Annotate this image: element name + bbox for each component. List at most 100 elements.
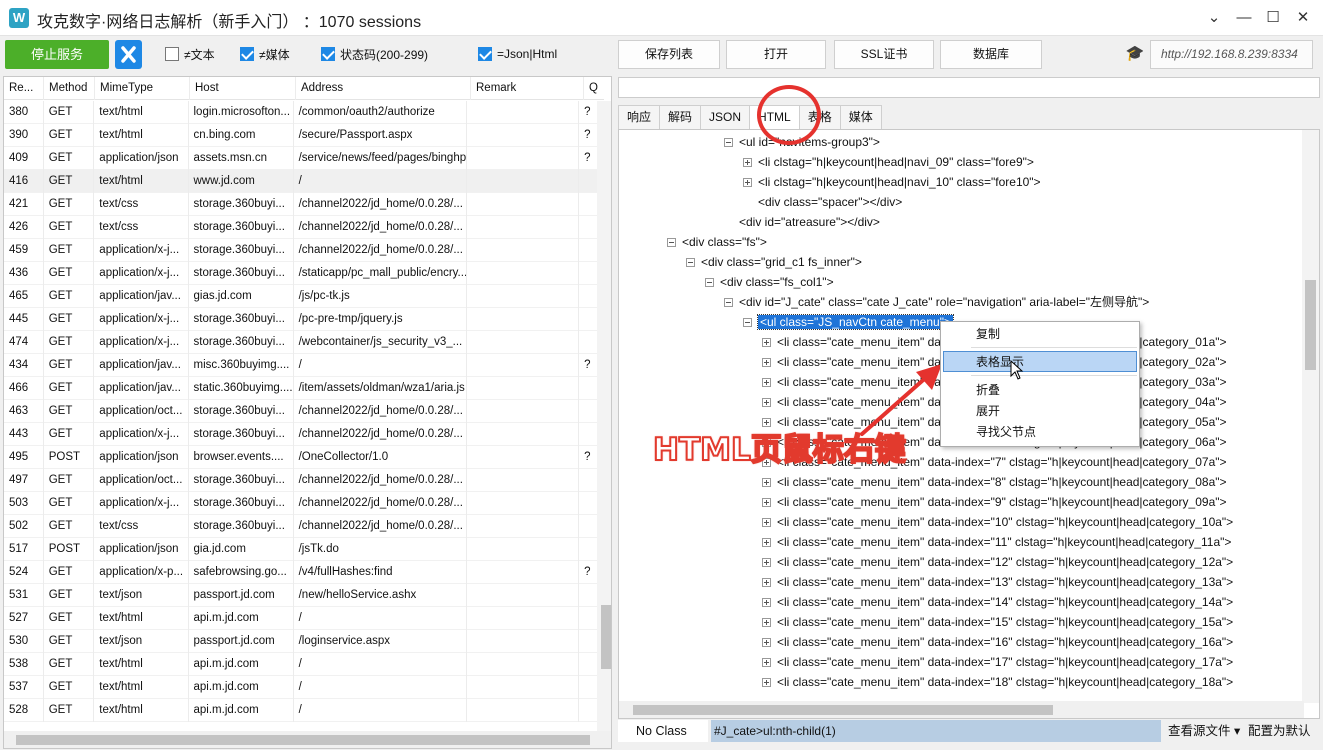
collapse-icon[interactable] <box>724 298 733 307</box>
table-row[interactable]: 530 GET text/json passport.jd.com/loginserv… <box>4 630 599 653</box>
tree-vertical-scroll-thumb[interactable] <box>1305 280 1316 370</box>
tree-horizontal-scroll-thumb[interactable] <box>633 705 1053 715</box>
tree-node[interactable]: <li class="cate_menu_item" data-index="1… <box>762 592 1233 612</box>
filter-media-checkbox[interactable]: ≠媒体 <box>240 44 290 64</box>
table-row[interactable]: 527 GET text/html api.m.jd.com / <box>4 607 599 630</box>
class-filter-select[interactable]: No Class <box>618 720 708 742</box>
tree-node[interactable]: <li class="cate_menu_item" data-index="8… <box>762 472 1227 492</box>
graduation-cap-icon[interactable]: 🎓 <box>1125 44 1145 64</box>
maximize-button[interactable]: ☐ <box>1259 6 1287 30</box>
filter-status-checkbox[interactable]: 状态码(200-299) <box>321 44 428 64</box>
expand-icon[interactable] <box>762 538 771 547</box>
tree-node[interactable]: <li class="cate_menu_item" data-index="1… <box>762 672 1233 692</box>
tab-0[interactable]: 响应 <box>618 105 661 129</box>
expand-icon[interactable] <box>762 638 771 647</box>
tree-node[interactable]: <li class="cate_menu_item" data-index="1… <box>762 652 1233 672</box>
context-menu-item[interactable]: 表格显示 <box>943 351 1137 372</box>
expand-icon[interactable] <box>762 398 771 407</box>
expand-icon[interactable] <box>762 598 771 607</box>
table-row[interactable]: 434 GET application/jav... misc.360buyimg..… <box>4 354 599 377</box>
column-header[interactable]: Remark <box>471 77 584 100</box>
collapse-icon[interactable] <box>743 318 752 327</box>
context-menu-item[interactable]: 展开 <box>941 401 1139 422</box>
filter-json-checkbox[interactable]: =Json|Html <box>478 44 557 64</box>
table-row[interactable]: 528 GET text/html api.m.jd.com / <box>4 699 599 722</box>
expand-icon[interactable] <box>762 498 771 507</box>
tree-node[interactable]: <li clstag="h|keycount|head|navi_09" cla… <box>743 152 1034 172</box>
save-list-button[interactable]: 保存列表 <box>618 40 720 69</box>
stop-service-button[interactable]: 停止服务 <box>5 40 109 69</box>
table-row[interactable]: 421 GET text/css storage.360buyi.../channel… <box>4 193 599 216</box>
table-row[interactable]: 426 GET text/css storage.360buyi.../channel… <box>4 216 599 239</box>
table-row[interactable]: 497 GET application/oct... storage.360buyi.… <box>4 469 599 492</box>
detail-search-input[interactable] <box>618 77 1320 98</box>
tree-node[interactable]: <div class="grid_c1 fs_inner"> <box>686 252 862 272</box>
server-url-field[interactable]: http://192.168.8.239:8334 <box>1150 40 1313 69</box>
table-row[interactable]: 474 GET application/x-j... storage.360buyi.… <box>4 331 599 354</box>
filter-text-checkbox[interactable]: ≠文本 <box>165 44 215 64</box>
table-row[interactable]: 502 GET text/css storage.360buyi.../channel… <box>4 515 599 538</box>
table-row[interactable]: 409 GET application/json assets.msn.cn/serv… <box>4 147 599 170</box>
column-header[interactable]: Q <box>584 77 604 100</box>
tree-node[interactable]: <div class="fs_col1"> <box>705 272 834 292</box>
tree-node[interactable]: <li clstag="h|keycount|head|navi_10" cla… <box>743 172 1041 192</box>
close-button[interactable]: ✕ <box>1289 6 1317 30</box>
tab-1[interactable]: 解码 <box>659 105 702 129</box>
expand-icon[interactable] <box>762 378 771 387</box>
collapse-icon[interactable] <box>705 278 714 287</box>
column-header[interactable]: Host <box>190 77 296 100</box>
expand-icon[interactable] <box>762 618 771 627</box>
tree-node[interactable]: <li class="cate_menu_item" data-index="1… <box>762 552 1233 572</box>
tree-node[interactable]: <li class="cate_menu_item" data-index="1… <box>762 532 1231 552</box>
expand-icon[interactable] <box>762 478 771 487</box>
context-menu-item[interactable]: 折叠 <box>941 380 1139 401</box>
table-row[interactable]: 495 POST application/json browser.events...… <box>4 446 599 469</box>
tree-node[interactable]: <div id="atreasure"></div> <box>724 212 880 232</box>
tab-5[interactable]: 媒体 <box>839 105 882 129</box>
vertical-scroll-thumb[interactable] <box>601 605 611 669</box>
table-row[interactable]: 538 GET text/html api.m.jd.com / <box>4 653 599 676</box>
table-row[interactable]: 524 GET application/x-p... safebrowsing.go.… <box>4 561 599 584</box>
expand-icon[interactable] <box>762 518 771 527</box>
context-menu-item[interactable]: 复制 <box>941 324 1139 345</box>
expand-icon[interactable] <box>743 178 752 187</box>
table-row[interactable]: 416 GET text/html www.jd.com / <box>4 170 599 193</box>
table-row[interactable]: 537 GET text/html api.m.jd.com / <box>4 676 599 699</box>
tree-node[interactable]: <li class="cate_menu_item" data-index="1… <box>762 512 1233 532</box>
context-menu-item[interactable]: 寻找父节点 <box>941 422 1139 443</box>
table-row[interactable]: 517 POST application/json gia.jd.com/jsTk.d… <box>4 538 599 561</box>
minimize-button[interactable]: — <box>1230 6 1258 30</box>
column-header[interactable]: Address <box>296 77 471 100</box>
table-row[interactable]: 436 GET application/x-j... storage.360buyi.… <box>4 262 599 285</box>
table-row[interactable]: 445 GET application/x-j... storage.360buyi.… <box>4 308 599 331</box>
collapse-icon[interactable] <box>724 138 733 147</box>
expand-icon[interactable] <box>762 558 771 567</box>
tree-node[interactable]: <div class="fs"> <box>667 232 767 252</box>
table-row[interactable]: 463 GET application/oct... storage.360buyi.… <box>4 400 599 423</box>
table-row[interactable]: 390 GET text/html cn.bing.com/secure/Passpo… <box>4 124 599 147</box>
tab-2[interactable]: JSON <box>700 105 751 129</box>
table-row[interactable]: 503 GET application/x-j... storage.360buyi.… <box>4 492 599 515</box>
set-default-button[interactable]: 配置为默认 <box>1248 720 1311 742</box>
table-row[interactable]: 443 GET application/x-j... storage.360buyi.… <box>4 423 599 446</box>
open-button[interactable]: 打开 <box>726 40 826 69</box>
database-button[interactable]: 数据库 <box>940 40 1042 69</box>
horizontal-scroll-thumb[interactable] <box>16 735 590 745</box>
tree-node[interactable]: <div class="spacer"></div> <box>743 192 902 212</box>
table-row[interactable]: 466 GET application/jav... static.360buyimg… <box>4 377 599 400</box>
expand-icon[interactable] <box>762 338 771 347</box>
tree-node[interactable]: <li class="cate_menu_item" data-index="9… <box>762 492 1227 512</box>
tree-horizontal-scrollbar[interactable] <box>619 701 1304 718</box>
column-header[interactable]: Method <box>44 77 95 100</box>
table-row[interactable]: 465 GET application/jav... gias.jd.com/js/p… <box>4 285 599 308</box>
table-row[interactable]: 531 GET text/json passport.jd.com/new/hello… <box>4 584 599 607</box>
clear-button[interactable] <box>115 40 142 69</box>
table-row[interactable]: 380 GET text/html login.microsofton.../comm… <box>4 101 599 124</box>
table-row[interactable]: 459 GET application/x-j... storage.360buyi.… <box>4 239 599 262</box>
css-selector-field[interactable]: #J_cate>ul:nth-child(1) <box>711 720 1161 742</box>
column-header[interactable]: MimeType <box>95 77 190 100</box>
expand-icon[interactable] <box>762 578 771 587</box>
column-header[interactable]: Re... <box>4 77 44 100</box>
tree-vertical-scrollbar[interactable] <box>1302 130 1319 703</box>
expand-icon[interactable] <box>762 358 771 367</box>
